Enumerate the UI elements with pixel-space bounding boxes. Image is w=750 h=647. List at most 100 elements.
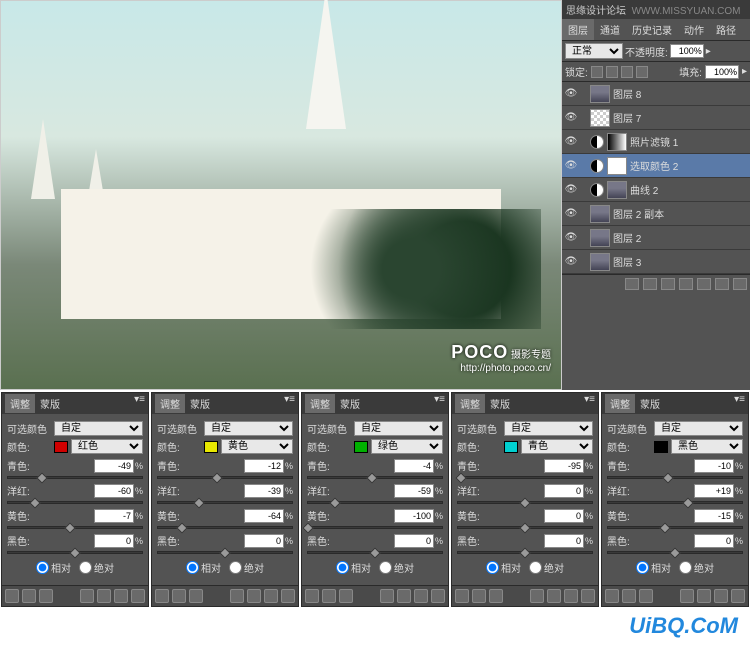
slider-handle-icon[interactable] — [519, 547, 530, 558]
visibility-eye-icon[interactable]: 👁 — [564, 231, 578, 245]
tab-mask[interactable]: 蒙版 — [635, 394, 665, 413]
slider-handle-icon[interactable] — [669, 547, 680, 558]
tab-mask[interactable]: 蒙版 — [485, 394, 515, 413]
slider-track[interactable] — [7, 476, 143, 479]
link-icon[interactable] — [625, 278, 639, 290]
visibility-eye-icon[interactable]: 👁 — [564, 255, 578, 269]
slider-handle-icon[interactable] — [193, 497, 204, 508]
revert-icon[interactable] — [114, 589, 128, 603]
color-select[interactable]: 绿色 — [371, 439, 443, 454]
blend-mode-select[interactable]: 正常 — [565, 43, 623, 59]
slider-track[interactable] — [457, 501, 593, 504]
slider-handle-icon[interactable] — [659, 522, 670, 533]
slider-track[interactable] — [457, 526, 593, 529]
visibility-eye-icon[interactable]: 👁 — [564, 159, 578, 173]
slider-handle-icon[interactable] — [69, 547, 80, 558]
revert-icon[interactable] — [714, 589, 728, 603]
tab-adjust[interactable]: 调整 — [5, 394, 35, 413]
eye-icon[interactable] — [97, 589, 111, 603]
lock-all-icon[interactable] — [636, 66, 648, 78]
layer-mask-thumb[interactable] — [607, 157, 627, 175]
revert-icon[interactable] — [264, 589, 278, 603]
slider-value-input[interactable] — [394, 459, 434, 473]
tab-layers[interactable]: 图层 — [562, 19, 594, 40]
panel-menu-icon[interactable]: ▾≡ — [434, 394, 445, 413]
tab-adjust[interactable]: 调整 — [305, 394, 335, 413]
panel-menu-icon[interactable]: ▾≡ — [734, 394, 745, 413]
slider-track[interactable] — [307, 526, 443, 529]
layer-row[interactable]: 👁照片滤镜 1 — [562, 130, 750, 154]
eye-icon[interactable] — [247, 589, 261, 603]
layer-mask-thumb[interactable] — [607, 133, 627, 151]
eye-icon[interactable] — [397, 589, 411, 603]
view-previous-icon[interactable] — [622, 589, 636, 603]
visibility-eye-icon[interactable]: 👁 — [564, 135, 578, 149]
tab-mask[interactable]: 蒙版 — [35, 394, 65, 413]
clip-icon[interactable] — [380, 589, 394, 603]
tab-mask[interactable]: 蒙版 — [335, 394, 365, 413]
absolute-radio[interactable]: 绝对 — [229, 560, 264, 575]
slider-handle-icon[interactable] — [176, 522, 187, 533]
slider-track[interactable] — [457, 551, 593, 554]
lock-transparent-icon[interactable] — [591, 66, 603, 78]
slider-value-input[interactable] — [244, 534, 284, 548]
slider-value-input[interactable] — [694, 459, 734, 473]
chevron-right-icon[interactable]: ▸ — [742, 66, 747, 77]
relative-radio[interactable]: 相对 — [486, 560, 521, 575]
trash-icon[interactable] — [431, 589, 445, 603]
slider-track[interactable] — [607, 501, 743, 504]
layer-thumb[interactable] — [590, 109, 610, 127]
mask-icon[interactable] — [661, 278, 675, 290]
slider-handle-icon[interactable] — [302, 522, 313, 533]
slider-track[interactable] — [7, 526, 143, 529]
reset-icon[interactable] — [639, 589, 653, 603]
trash-icon[interactable] — [733, 278, 747, 290]
slider-handle-icon[interactable] — [211, 472, 222, 483]
clip-icon[interactable] — [530, 589, 544, 603]
tab-adjust[interactable]: 调整 — [455, 394, 485, 413]
slider-value-input[interactable] — [244, 484, 284, 498]
layer-mask-thumb[interactable] — [607, 181, 627, 199]
slider-value-input[interactable] — [544, 534, 584, 548]
layer-row[interactable]: 👁曲线 2 — [562, 178, 750, 202]
slider-value-input[interactable] — [94, 484, 134, 498]
chevron-right-icon[interactable]: ▸ — [706, 46, 711, 57]
visibility-eye-icon[interactable]: 👁 — [564, 111, 578, 125]
clip-icon[interactable] — [680, 589, 694, 603]
eye-icon[interactable] — [547, 589, 561, 603]
panel-menu-icon[interactable]: ▾≡ — [584, 394, 595, 413]
toggle-icon[interactable] — [305, 589, 319, 603]
trash-icon[interactable] — [131, 589, 145, 603]
slider-track[interactable] — [457, 476, 593, 479]
tab-adjust[interactable]: 调整 — [155, 394, 185, 413]
toggle-icon[interactable] — [5, 589, 19, 603]
panel-menu-icon[interactable]: ▾≡ — [134, 394, 145, 413]
layer-row[interactable]: 👁图层 2 — [562, 226, 750, 250]
lock-move-icon[interactable] — [621, 66, 633, 78]
tab-channels[interactable]: 通道 — [594, 19, 626, 40]
slider-value-input[interactable] — [544, 459, 584, 473]
slider-track[interactable] — [307, 551, 443, 554]
toggle-icon[interactable] — [455, 589, 469, 603]
absolute-radio[interactable]: 绝对 — [529, 560, 564, 575]
slider-handle-icon[interactable] — [519, 497, 530, 508]
slider-value-input[interactable] — [94, 459, 134, 473]
layer-row[interactable]: 👁选取颜色 2 — [562, 154, 750, 178]
tab-adjust[interactable]: 调整 — [605, 394, 635, 413]
relative-radio[interactable]: 相对 — [36, 560, 71, 575]
slider-handle-icon[interactable] — [519, 522, 530, 533]
slider-track[interactable] — [607, 551, 743, 554]
layer-row[interactable]: 👁图层 2 副本 — [562, 202, 750, 226]
slider-track[interactable] — [7, 551, 143, 554]
preset-select[interactable]: 自定 — [354, 421, 443, 436]
opacity-input[interactable] — [670, 44, 704, 58]
slider-handle-icon[interactable] — [36, 472, 47, 483]
slider-track[interactable] — [157, 526, 293, 529]
slider-value-input[interactable] — [544, 484, 584, 498]
slider-track[interactable] — [157, 476, 293, 479]
tab-paths[interactable]: 路径 — [710, 19, 742, 40]
absolute-radio[interactable]: 绝对 — [379, 560, 414, 575]
layer-thumb[interactable] — [590, 85, 610, 103]
slider-value-input[interactable] — [244, 509, 284, 523]
trash-icon[interactable] — [731, 589, 745, 603]
